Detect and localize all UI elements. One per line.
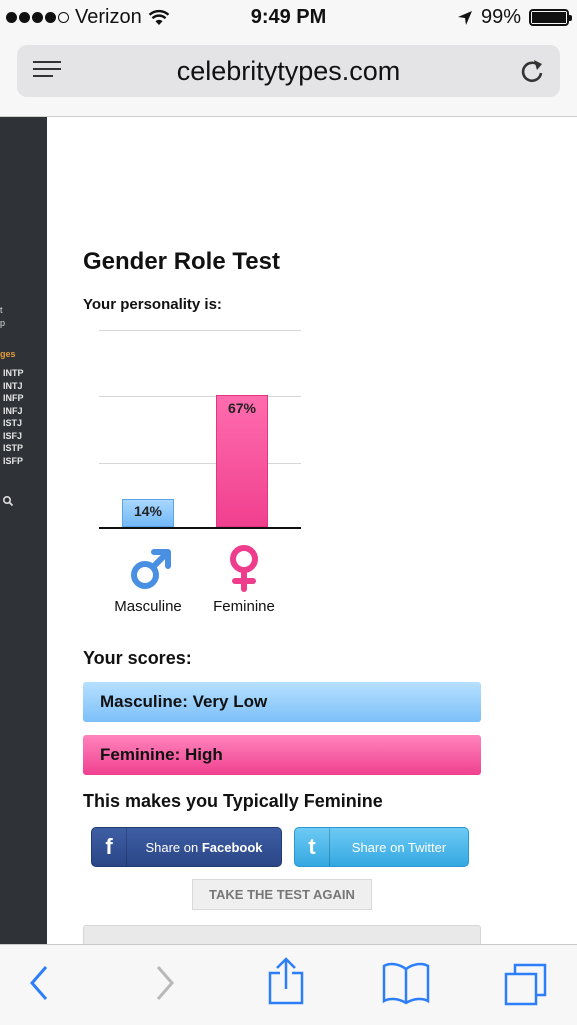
masculine-score-bar: Masculine: Very Low: [83, 682, 481, 722]
sidebar-item-isfj[interactable]: ISFJ: [3, 430, 24, 443]
forward-icon[interactable]: [154, 963, 176, 1003]
sidebar-section-heading: ges: [0, 349, 16, 359]
take-test-again-button[interactable]: TAKE THE TEST AGAIN: [192, 879, 372, 910]
share-twitter-label: Share on Twitter: [351, 839, 447, 855]
reload-icon[interactable]: [518, 57, 546, 85]
chart-category-label: Feminine: [213, 598, 275, 615]
share-facebook-button[interactable]: f Share on Facebook: [91, 827, 282, 867]
chart-gridline: [99, 330, 301, 331]
sidebar-item-istj[interactable]: ISTJ: [3, 417, 24, 430]
sidebar-fragment[interactable]: p: [0, 318, 5, 328]
chart-baseline: [99, 527, 301, 529]
result-bar-chart: 14% 67%: [99, 330, 301, 530]
page-content: Gender Role Test Your personality is: 14…: [48, 117, 577, 945]
feminine-score-label: Feminine: High: [100, 745, 223, 764]
chart-gridline: [99, 463, 301, 464]
address-bar[interactable]: celebritytypes.com: [17, 45, 560, 97]
browser-address-area: celebritytypes.com: [0, 38, 577, 117]
chart-gridline: [99, 396, 301, 397]
tabs-icon[interactable]: [503, 961, 549, 1007]
male-symbol-icon: [131, 549, 171, 589]
chart-data-label: 14%: [133, 503, 163, 519]
twitter-icon: t: [295, 828, 330, 866]
chart-data-label: 67%: [227, 400, 257, 416]
sidebar-item-infj[interactable]: INFJ: [3, 405, 24, 418]
sidebar-item-istp[interactable]: ISTP: [3, 442, 24, 455]
sidebar-item-intp[interactable]: INTP: [3, 367, 24, 380]
female-symbol-icon: [230, 545, 258, 592]
status-bar: Verizon 9:49 PM 99%: [0, 0, 577, 38]
chart-bar-feminine: 67%: [216, 395, 268, 527]
url-text[interactable]: celebritytypes.com: [17, 56, 560, 87]
location-arrow-icon: [457, 10, 472, 25]
battery-percent: 99%: [480, 6, 521, 28]
browser-toolbar: [0, 944, 577, 1025]
sidebar-fragment[interactable]: t: [0, 305, 3, 315]
site-sidebar: t p ges INTP INTJ INFP INFJ ISTJ ISFJ IS…: [0, 117, 47, 945]
back-icon[interactable]: [28, 963, 50, 1003]
sidebar-item-infp[interactable]: INFP: [3, 392, 24, 405]
battery-icon: [529, 9, 572, 26]
feminine-score-bar: Feminine: High: [83, 735, 481, 775]
sidebar-item-intj[interactable]: INTJ: [3, 380, 24, 393]
result-text: This makes you Typically Feminine: [83, 791, 383, 811]
chart-category-label: Masculine: [114, 598, 182, 615]
page-title: Gender Role Test: [83, 248, 280, 275]
share-icon[interactable]: [266, 957, 306, 1007]
sidebar-item-isfp[interactable]: ISFP: [3, 455, 24, 468]
search-icon[interactable]: [2, 495, 14, 507]
content-panel: [83, 925, 481, 945]
chart-bar-masculine: 14%: [122, 499, 174, 527]
scores-heading: Your scores:: [83, 648, 192, 668]
page-subtitle: Your personality is:: [83, 296, 222, 313]
masculine-score-label: Masculine: Very Low: [100, 692, 268, 711]
sidebar-type-list: INTP INTJ INFP INFJ ISTJ ISFJ ISTP ISFP: [3, 367, 24, 467]
facebook-icon: f: [92, 828, 127, 866]
share-facebook-label: Share on Facebook: [145, 839, 263, 855]
bookmarks-icon[interactable]: [381, 961, 431, 1005]
share-twitter-button[interactable]: t Share on Twitter: [294, 827, 469, 867]
